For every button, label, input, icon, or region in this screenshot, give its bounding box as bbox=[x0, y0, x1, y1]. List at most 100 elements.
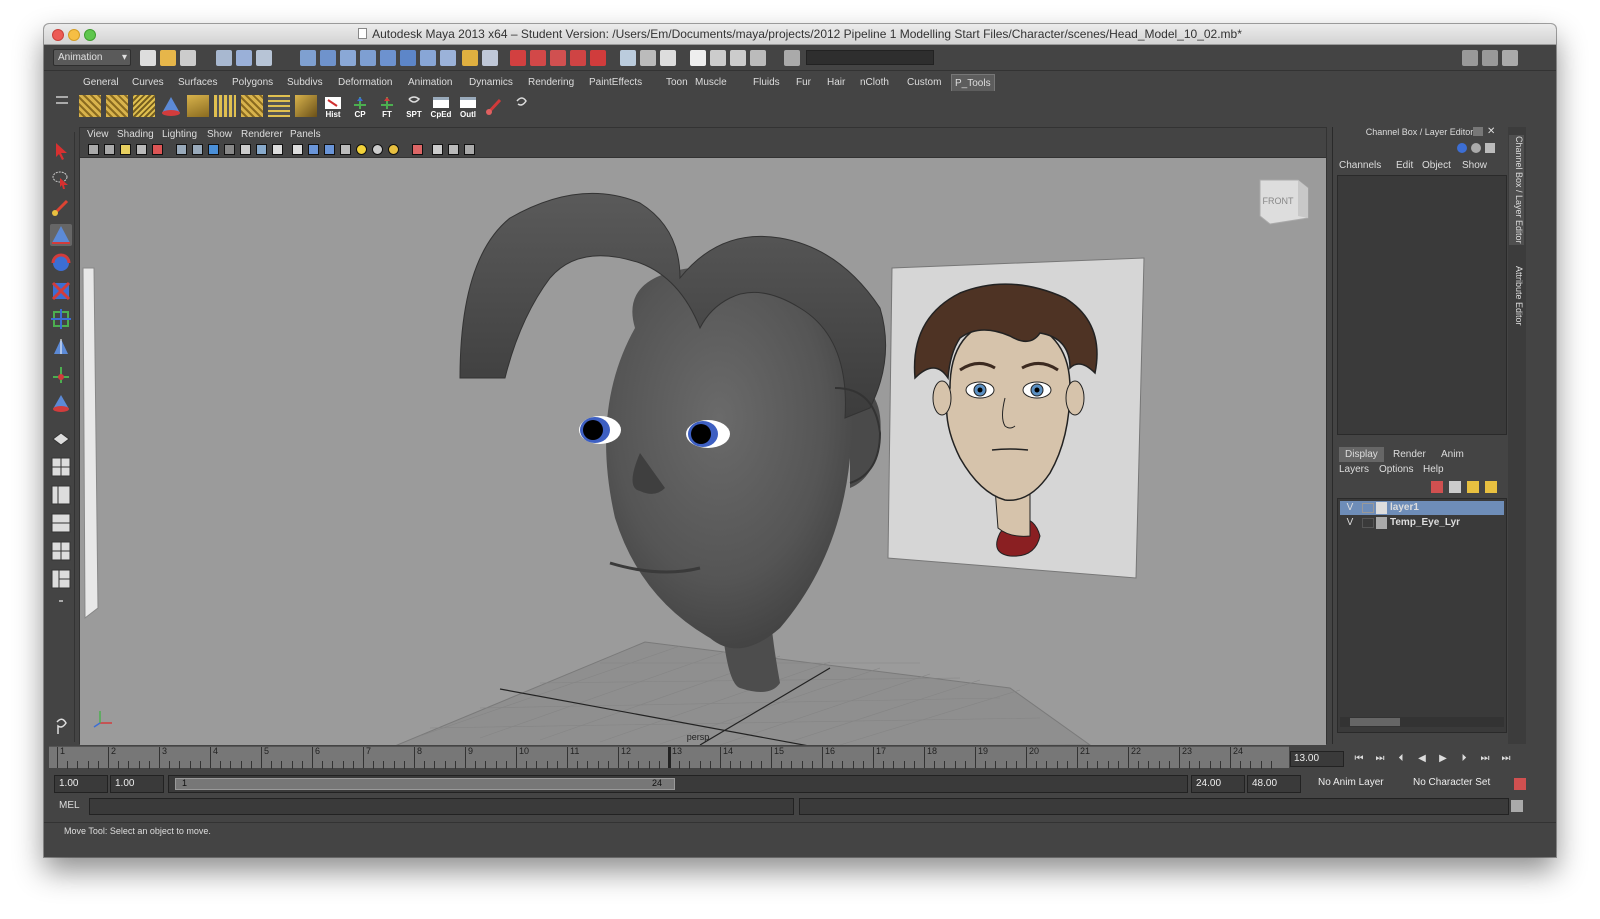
menu-edit[interactable]: Edit bbox=[1396, 160, 1413, 171]
use-all-lights-icon[interactable] bbox=[356, 144, 367, 155]
range-slider-bar[interactable]: 1 24 bbox=[175, 778, 675, 790]
tab-dynamics[interactable]: Dynamics bbox=[466, 74, 516, 91]
visibility-toggle[interactable]: V bbox=[1344, 516, 1356, 530]
tab-custom[interactable]: Custom bbox=[904, 74, 944, 91]
ipr-icon[interactable] bbox=[730, 50, 746, 66]
mask-icon[interactable] bbox=[320, 50, 336, 66]
persp-graph-layout-icon[interactable] bbox=[50, 512, 72, 534]
camera-attributes-icon[interactable] bbox=[104, 144, 115, 155]
menu-options[interactable]: Options bbox=[1379, 464, 1413, 475]
tab-animation[interactable]: Animation bbox=[405, 74, 455, 91]
template-toggle[interactable] bbox=[1362, 503, 1374, 513]
new-layer-selected-icon[interactable] bbox=[1485, 481, 1497, 493]
textured-icon[interactable] bbox=[340, 144, 351, 155]
grid-icon[interactable] bbox=[176, 144, 187, 155]
snap-plane-icon[interactable] bbox=[570, 50, 586, 66]
snake-icon[interactable] bbox=[50, 716, 72, 738]
select-component-icon[interactable] bbox=[256, 50, 272, 66]
new-layer-icon[interactable] bbox=[1449, 481, 1461, 493]
paint-select-icon[interactable] bbox=[50, 196, 72, 218]
image-plane-icon[interactable] bbox=[136, 144, 147, 155]
command-language-label[interactable]: MEL bbox=[59, 800, 80, 811]
tab-toon[interactable]: Toon bbox=[663, 74, 691, 91]
mask-icon[interactable] bbox=[400, 50, 416, 66]
snap-live-icon[interactable] bbox=[590, 50, 606, 66]
menu-help[interactable]: Help bbox=[1423, 464, 1444, 475]
history-icon[interactable] bbox=[620, 50, 636, 66]
tab-deformation[interactable]: Deformation bbox=[335, 74, 395, 91]
render-view-icon[interactable] bbox=[690, 50, 706, 66]
menu-view[interactable]: View bbox=[87, 129, 109, 140]
outliner-layout-icon[interactable] bbox=[50, 568, 72, 590]
view-cube[interactable]: FRONT bbox=[1259, 179, 1309, 225]
tab-channel-box[interactable]: Channel Box / Layer Editor bbox=[1509, 135, 1524, 245]
smooth-shade-icon[interactable] bbox=[308, 144, 319, 155]
tab-surfaces[interactable]: Surfaces bbox=[175, 74, 220, 91]
menu-show[interactable]: Show bbox=[1462, 160, 1487, 171]
center-pivot-icon[interactable]: CP bbox=[349, 95, 371, 119]
menu-channels[interactable]: Channels bbox=[1339, 160, 1381, 171]
current-frame-field[interactable]: 13.00 bbox=[1290, 751, 1344, 767]
go-to-end-icon[interactable]: ⏭ bbox=[1497, 751, 1515, 767]
snap-point-icon[interactable] bbox=[550, 50, 566, 66]
spt-icon[interactable]: SPT bbox=[403, 95, 425, 119]
render-settings-icon[interactable] bbox=[750, 50, 766, 66]
minimize-button[interactable] bbox=[68, 29, 80, 41]
last-tool-icon[interactable] bbox=[50, 392, 72, 414]
script-editor-icon[interactable] bbox=[1511, 800, 1523, 812]
snap-grid-icon[interactable] bbox=[510, 50, 526, 66]
character-set-dropdown[interactable]: No Character Set bbox=[1409, 775, 1509, 793]
tab-fur[interactable]: Fur bbox=[793, 74, 814, 91]
panel-layout-icon[interactable] bbox=[1462, 50, 1478, 66]
safe-action-icon[interactable] bbox=[256, 144, 267, 155]
horizontal-scrollbar[interactable] bbox=[1340, 717, 1504, 727]
universal-manipulator-icon[interactable] bbox=[50, 308, 72, 330]
menu-object[interactable]: Object bbox=[1422, 160, 1451, 171]
step-back-frame-icon[interactable]: ⏴ bbox=[1392, 751, 1410, 767]
render-icon[interactable] bbox=[660, 50, 676, 66]
channel-box-toggle-icon[interactable] bbox=[1502, 50, 1518, 66]
mask-icon[interactable] bbox=[340, 50, 356, 66]
layer-color-swatch[interactable] bbox=[1376, 502, 1387, 514]
playback-end-field[interactable]: 24.00 bbox=[1191, 775, 1245, 793]
mask-icon[interactable] bbox=[380, 50, 396, 66]
soft-mod-icon[interactable] bbox=[50, 336, 72, 358]
visibility-toggle[interactable]: V bbox=[1344, 501, 1356, 515]
select-tool-icon[interactable] bbox=[50, 140, 72, 162]
save-scene-icon[interactable] bbox=[180, 50, 196, 66]
tab-p-tools[interactable]: P_Tools bbox=[951, 74, 995, 91]
hyper-icon[interactable] bbox=[1485, 143, 1495, 153]
tab-hair[interactable]: Hair bbox=[824, 74, 848, 91]
close-icon[interactable]: ✕ bbox=[1487, 127, 1497, 137]
resolution-gate-icon[interactable] bbox=[208, 144, 219, 155]
menu-lighting[interactable]: Lighting bbox=[162, 129, 197, 140]
perspective-scene[interactable]: FRONT persp bbox=[80, 158, 1326, 749]
layer-row[interactable]: V Temp_Eye_Lyr bbox=[1340, 516, 1504, 530]
render-icon[interactable] bbox=[710, 50, 726, 66]
single-pane-layout-icon[interactable] bbox=[50, 428, 72, 450]
freeze-transform-icon[interactable]: FT bbox=[376, 95, 398, 119]
two-d-pan-icon[interactable] bbox=[152, 144, 163, 155]
tab-ncloth[interactable]: nCloth bbox=[857, 74, 892, 91]
custom-script-icon[interactable] bbox=[133, 95, 155, 117]
mask-icon[interactable] bbox=[440, 50, 456, 66]
tab-subdivs[interactable]: Subdivs bbox=[284, 74, 326, 91]
highlight-icon[interactable] bbox=[482, 50, 498, 66]
select-hierarchy-icon[interactable] bbox=[216, 50, 232, 66]
tab-general[interactable]: General bbox=[80, 74, 122, 91]
new-scene-icon[interactable] bbox=[140, 50, 156, 66]
head-model[interactable] bbox=[459, 192, 887, 692]
four-pane-layout-icon[interactable] bbox=[50, 456, 72, 478]
step-forward-key-icon[interactable]: ⏭ bbox=[1476, 751, 1494, 767]
input-line-icon[interactable] bbox=[784, 50, 800, 66]
custom-script-icon[interactable] bbox=[268, 95, 290, 117]
wireframe-icon[interactable] bbox=[292, 144, 303, 155]
tab-anim[interactable]: Anim bbox=[1435, 447, 1470, 462]
menu-shading[interactable]: Shading bbox=[117, 129, 154, 140]
tab-polygons[interactable]: Polygons bbox=[229, 74, 276, 91]
layer-color-swatch[interactable] bbox=[1376, 517, 1387, 529]
film-gate-icon[interactable] bbox=[192, 144, 203, 155]
float-icon[interactable] bbox=[1473, 127, 1483, 136]
menu-renderer[interactable]: Renderer bbox=[241, 129, 283, 140]
mask-icon[interactable] bbox=[420, 50, 436, 66]
